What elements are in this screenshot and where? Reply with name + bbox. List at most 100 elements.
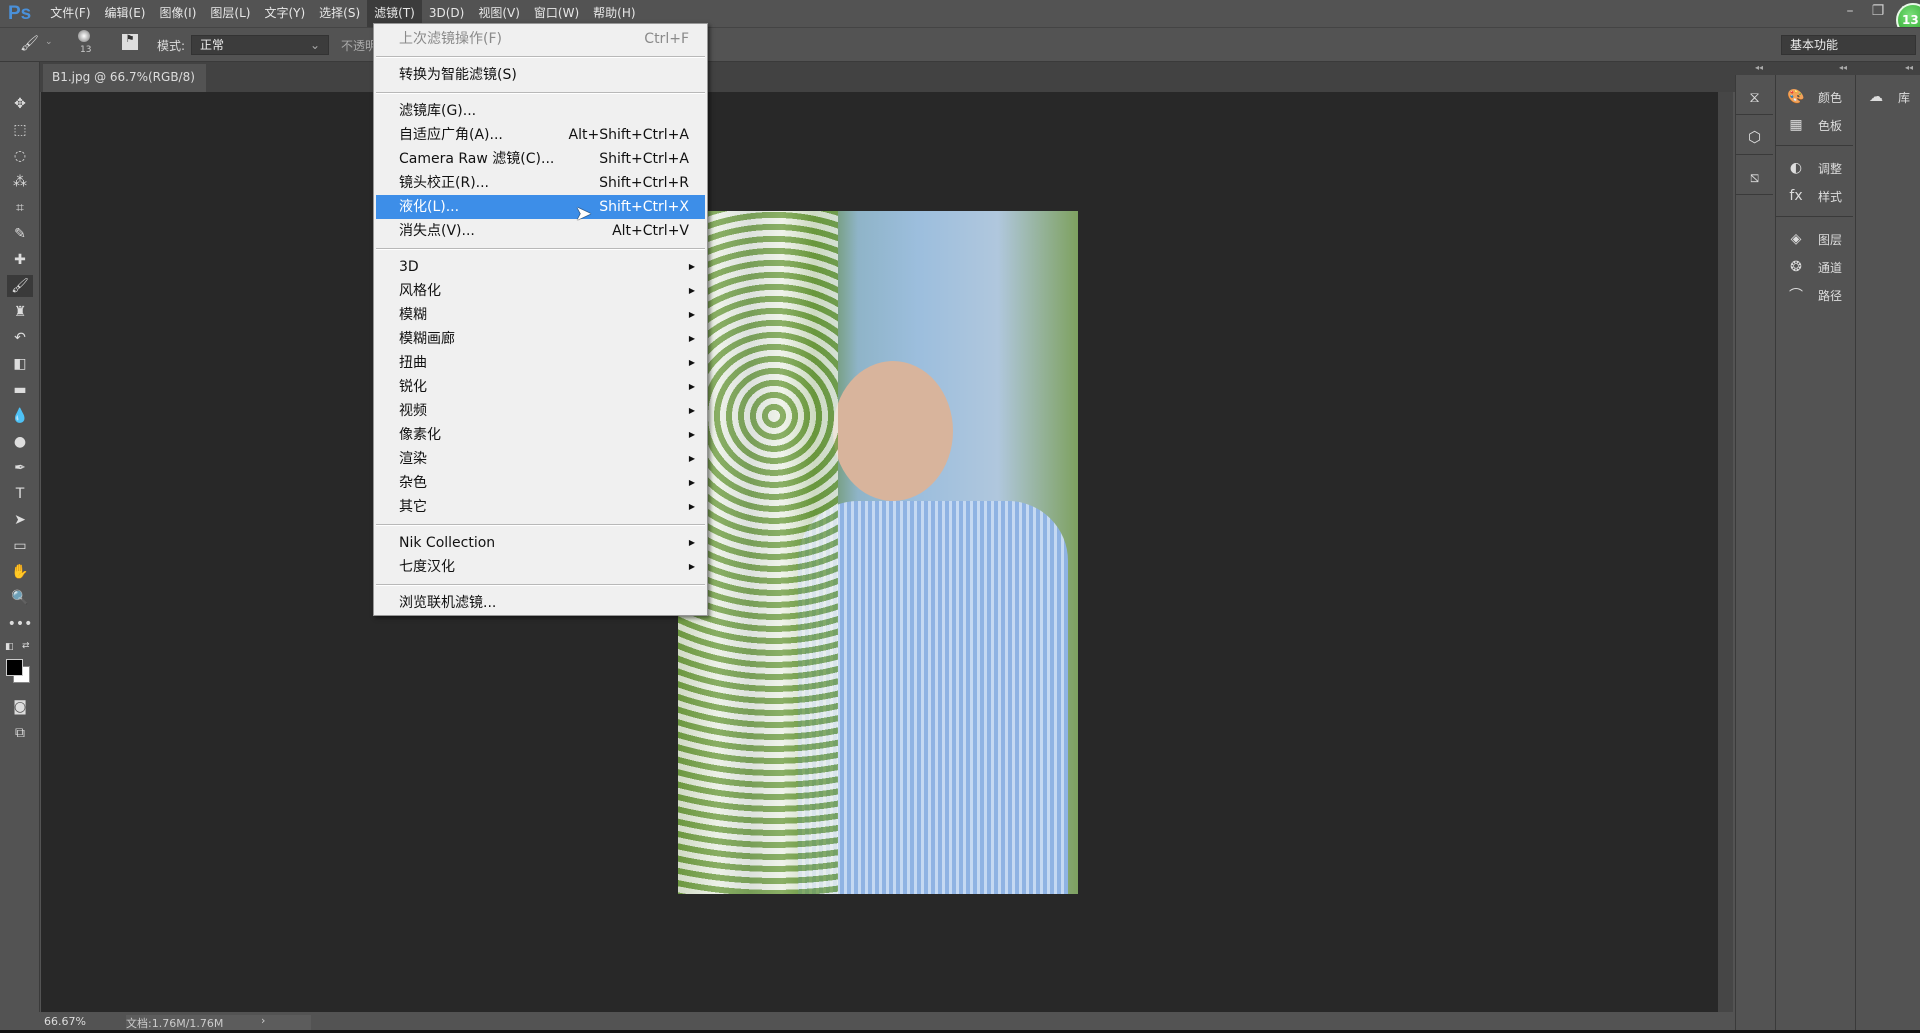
panel-group-divider (1776, 216, 1853, 217)
filter-menu-item[interactable]: 液化(L)... Shift+Ctrl+X (376, 195, 705, 219)
menu-2[interactable]: 图像(I) (152, 0, 203, 27)
quick-mask-icon[interactable]: ◙ (7, 696, 33, 718)
properties-panel-icon[interactable]: ⧅ (1736, 155, 1773, 195)
path-selection-tool-icon[interactable]: ➤ (7, 509, 33, 531)
submenu-arrow-icon: ▶ (688, 310, 695, 319)
filter-menu-item[interactable]: 杂色 ▶ (376, 471, 705, 495)
hand-tool-icon[interactable]: ✋ (7, 561, 33, 583)
filter-menu-item[interactable]: Nik Collection ▶ (376, 531, 705, 555)
gradient-tool-icon[interactable]: ▬ (7, 379, 33, 401)
restore-button[interactable]: ❐ (1864, 0, 1892, 26)
image-face (833, 361, 953, 501)
menu-item-label: 视频 (399, 403, 427, 419)
swap-colors-icon[interactable]: ⇄ (22, 641, 30, 651)
menu-1[interactable]: 编辑(E) (98, 0, 153, 27)
crop-tool-icon[interactable]: ⌗ (7, 197, 33, 219)
panel-label: 库 (1898, 90, 1911, 105)
filter-menu-item[interactable]: Camera Raw 滤镜(C)... Shift+Ctrl+A (376, 147, 705, 171)
workspace-select[interactable]: 基本功能 (1781, 35, 1916, 55)
panel-creative-cloud[interactable]: ☁ 库 (1856, 83, 1920, 111)
move-tool-icon[interactable]: ✥ (7, 93, 33, 115)
filter-menu-item[interactable]: 模糊画廊 ▶ (376, 327, 705, 351)
filter-menu-item[interactable]: 风格化 ▶ (376, 279, 705, 303)
panel-palette[interactable]: 🎨 颜色 (1776, 83, 1853, 111)
marquee-tool-icon[interactable]: ⬚ (7, 119, 33, 141)
mode-select[interactable]: 正常 ⌄ (191, 35, 329, 55)
menu-item-label: 渲染 (399, 451, 427, 467)
filter-menu-item[interactable]: 渲染 ▶ (376, 447, 705, 471)
pen-tool-icon[interactable]: ✒ (7, 457, 33, 479)
filter-menu-item[interactable]: 3D ▶ (376, 255, 705, 279)
filter-menu-dropdown: 上次滤镜操作(F) Ctrl+F 转换为智能滤镜(S) 滤镜库(G)... 自适应广角(… (373, 23, 708, 616)
menu-separator (374, 579, 707, 591)
filter-menu-item[interactable]: 视频 ▶ (376, 399, 705, 423)
menu-3[interactable]: 图层(L) (203, 0, 257, 27)
panel-label: 颜色 (1818, 90, 1843, 105)
panel-layers[interactable]: ◈ 图层 (1776, 225, 1853, 253)
brush-panel-toggle-icon[interactable]: ⚑ (122, 34, 138, 50)
brush-tool-preset-icon[interactable]: 🖌 (20, 34, 39, 52)
filter-menu-item[interactable]: 锐化 ▶ (376, 375, 705, 399)
panel-channels[interactable]: ❂ 通道 (1776, 253, 1853, 281)
filter-menu-item[interactable]: 浏览联机滤镜... (376, 591, 705, 615)
more-tools-icon[interactable]: ••• (7, 613, 33, 635)
menu-item-label: 锐化 (399, 379, 427, 395)
photoshop-logo: Ps (8, 2, 32, 24)
lasso-tool-icon[interactable]: ◌ (7, 145, 33, 167)
document-tab[interactable]: B1.jpg @ 66.7%(RGB/8) × (43, 64, 206, 110)
zoom-level[interactable]: 66.67% (44, 1015, 86, 1028)
type-tool-icon[interactable]: T (7, 483, 33, 505)
panel-label: 通道 (1818, 260, 1843, 275)
zoom-tool-icon[interactable]: 🔍 (7, 587, 33, 609)
menu-5[interactable]: 选择(S) (312, 0, 367, 27)
menu-4[interactable]: 文字(Y) (257, 0, 312, 27)
panel-paths[interactable]: ⌒ 路径 (1776, 281, 1853, 309)
panel-swatches[interactable]: ▦ 色板 (1776, 111, 1853, 139)
chevron-down-icon[interactable]: ⌄ (45, 37, 53, 47)
healing-brush-tool-icon[interactable]: ✚ (7, 249, 33, 271)
panel-label: 色板 (1818, 118, 1843, 133)
screen-mode-icon[interactable]: ⧉ (7, 722, 33, 744)
filter-menu-item[interactable]: 镜头校正(R)... Shift+Ctrl+R (376, 171, 705, 195)
vertical-scrollbar[interactable] (1718, 92, 1733, 1012)
filter-menu-item[interactable]: 七度汉化 ▶ (376, 555, 705, 579)
clone-stamp-tool-icon[interactable]: ♜ (7, 301, 33, 323)
blur-tool-icon[interactable]: 💧 (7, 405, 33, 427)
filter-menu-item[interactable]: 消失点(V)... Alt+Ctrl+V (376, 219, 705, 243)
filter-menu-item[interactable]: 模糊 ▶ (376, 303, 705, 327)
eraser-tool-icon[interactable]: ◧ (7, 353, 33, 375)
panel-collapse-bar[interactable]: ◂◂ ◂◂ ◂◂ (1733, 62, 1920, 75)
panel-column-2: 🎨 颜色 ▦ 色板 ◐ 调整 fx 样式 ◈ 图层 ❂ 通道 ⌒ 路径 (1775, 75, 1853, 1030)
magic-wand-tool-icon[interactable]: ⁂ (7, 171, 33, 193)
panel-adjustments[interactable]: ◐ 调整 (1776, 154, 1853, 182)
history-panel-icon[interactable]: ⧖ (1736, 75, 1773, 115)
eyedropper-tool-icon[interactable]: ✎ (7, 223, 33, 245)
collapse-icon[interactable]: ◂◂ (1905, 63, 1913, 72)
collapse-icon[interactable]: ◂◂ (1755, 63, 1763, 72)
filter-menu-item[interactable]: 转换为智能滤镜(S) (376, 63, 705, 87)
filter-menu-item[interactable]: 扭曲 ▶ (376, 351, 705, 375)
filter-menu-item[interactable]: 其它 ▶ (376, 495, 705, 519)
dodge-tool-icon[interactable]: ● (7, 431, 33, 453)
menu-0[interactable]: 文件(F) (43, 0, 97, 27)
filter-menu-item[interactable]: 上次滤镜操作(F) Ctrl+F (376, 27, 705, 51)
filter-menu-item[interactable]: 自适应广角(A)... Alt+Shift+Ctrl+A (376, 123, 705, 147)
panel-styles[interactable]: fx 样式 (1776, 182, 1853, 210)
filter-menu-item[interactable]: 滤镜库(G)... (376, 99, 705, 123)
default-colors-icon[interactable]: ◧ (5, 642, 14, 652)
collapse-icon[interactable]: ◂◂ (1839, 63, 1847, 72)
3d-panel-icon[interactable]: ⬡ (1736, 115, 1773, 155)
brush-preview-icon[interactable] (78, 30, 90, 42)
filter-menu-item[interactable]: 像素化 ▶ (376, 423, 705, 447)
document-image[interactable] (678, 211, 1078, 894)
submenu-arrow-icon: ▶ (688, 562, 695, 571)
brush-tool-icon[interactable]: 🖌 (7, 275, 33, 297)
history-brush-tool-icon[interactable]: ↶ (7, 327, 33, 349)
submenu-arrow-icon: ▶ (688, 286, 695, 295)
status-menu-arrow[interactable]: › (261, 1014, 265, 1027)
foreground-color-swatch[interactable] (6, 659, 23, 676)
minimize-button[interactable]: – (1836, 0, 1864, 26)
rectangle-tool-icon[interactable]: ▭ (7, 535, 33, 557)
creative-cloud-icon: ☁ (1869, 89, 1883, 105)
menu-item-label: Camera Raw 滤镜(C)... (399, 151, 555, 167)
